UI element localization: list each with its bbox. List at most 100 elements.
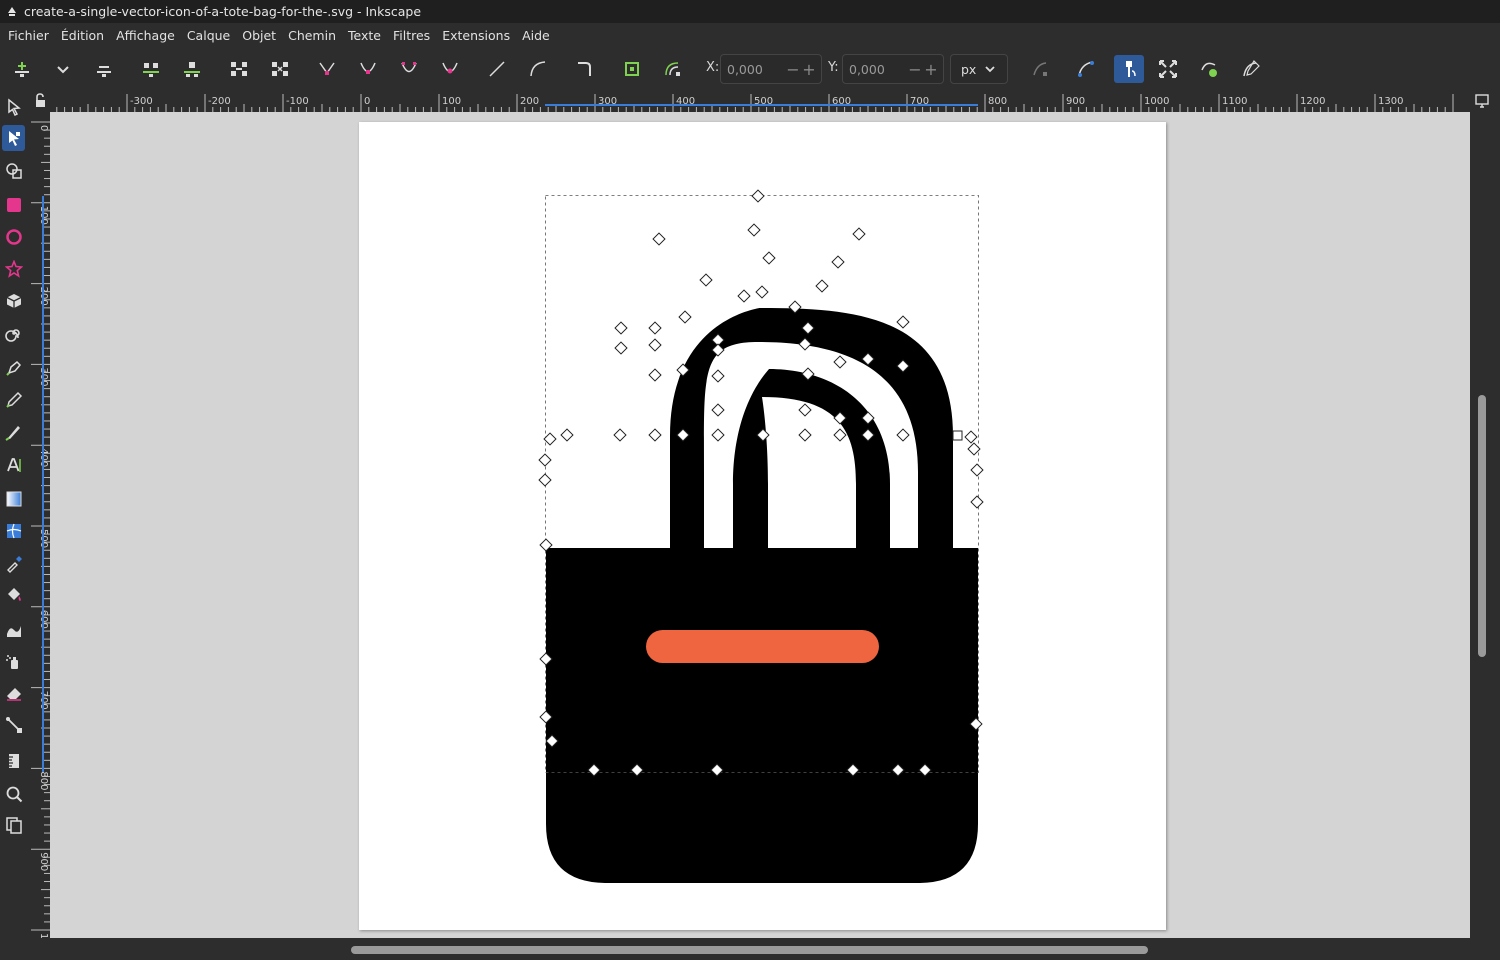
path-node[interactable]: [538, 453, 552, 467]
path-node[interactable]: [852, 227, 866, 241]
path-node[interactable]: [560, 428, 574, 442]
object-to-path-button[interactable]: [571, 56, 597, 82]
ellipse-tool[interactable]: [2, 224, 25, 250]
join-segment-button[interactable]: [226, 56, 252, 82]
pages-tool[interactable]: [2, 812, 25, 838]
selector-tool[interactable]: [2, 94, 25, 120]
connector-tool[interactable]: [2, 712, 25, 738]
menu-path[interactable]: Chemin: [282, 23, 342, 48]
zoom-tool[interactable]: [2, 781, 25, 807]
menu-filters[interactable]: Filtres: [387, 23, 436, 48]
insert-node-dropdown[interactable]: [50, 56, 76, 82]
insert-node-button[interactable]: [9, 56, 35, 82]
dropper-tool[interactable]: [2, 551, 25, 577]
path-node[interactable]: [815, 279, 829, 293]
path-effect-button[interactable]: [1196, 56, 1222, 82]
tweak-tool[interactable]: [2, 617, 25, 643]
path-node[interactable]: [711, 369, 725, 383]
path-node[interactable]: [762, 251, 776, 265]
path-node[interactable]: [737, 289, 751, 303]
y-input[interactable]: [843, 61, 907, 77]
menu-extensions[interactable]: Extensions: [436, 23, 516, 48]
path-node[interactable]: [648, 428, 662, 442]
display-mode-icon[interactable]: [1470, 90, 1500, 112]
measure-tool[interactable]: [2, 748, 25, 774]
path-node[interactable]: [648, 368, 662, 382]
lock-icon[interactable]: [27, 90, 50, 112]
node-cusp-button[interactable]: [314, 56, 340, 82]
menu-edit[interactable]: Édition: [55, 23, 110, 48]
path-node[interactable]: [711, 403, 725, 417]
node-tool[interactable]: [2, 125, 25, 151]
segment-line-button[interactable]: [484, 56, 510, 82]
edit-clip-button[interactable]: [1027, 56, 1053, 82]
join-nodes-button[interactable]: [138, 56, 164, 82]
menu-layer[interactable]: Calque: [181, 23, 236, 48]
path-node[interactable]: [648, 321, 662, 335]
mask-edit-button[interactable]: [1238, 56, 1264, 82]
node-symmetric-button[interactable]: [396, 56, 422, 82]
vertical-scrollbar[interactable]: [1478, 395, 1486, 657]
path-node[interactable]: [970, 463, 984, 477]
path-node[interactable]: [613, 428, 627, 442]
path-node[interactable]: [678, 310, 692, 324]
mesh-tool[interactable]: [2, 518, 25, 544]
calligraphy-tool[interactable]: [2, 419, 25, 445]
y-increment-button[interactable]: +: [923, 60, 939, 79]
path-node[interactable]: [699, 273, 713, 287]
delete-segment-button[interactable]: [267, 56, 293, 82]
menu-file[interactable]: Fichier: [2, 23, 55, 48]
path-node[interactable]: [538, 473, 552, 487]
shape-builder-tool[interactable]: [2, 158, 25, 184]
path-node[interactable]: [751, 189, 765, 203]
break-path-button[interactable]: [179, 56, 205, 82]
gradient-tool[interactable]: [2, 486, 25, 512]
pencil-tool[interactable]: [2, 387, 25, 413]
path-node[interactable]: [711, 428, 725, 442]
label-strip[interactable]: [646, 630, 879, 663]
path-node[interactable]: [614, 321, 628, 335]
star-tool[interactable]: [2, 256, 25, 282]
menu-text[interactable]: Texte: [342, 23, 387, 48]
rectangle-tool[interactable]: [2, 192, 25, 218]
path-node-selected[interactable]: [952, 430, 963, 441]
path-node[interactable]: [614, 341, 628, 355]
path-node[interactable]: [648, 338, 662, 352]
spiral-tool[interactable]: [2, 320, 25, 346]
path-node[interactable]: [970, 495, 984, 509]
path-node[interactable]: [755, 285, 769, 299]
eraser-tool[interactable]: [2, 680, 25, 706]
path-node[interactable]: [798, 428, 812, 442]
unit-select[interactable]: px: [950, 54, 1008, 84]
path-node[interactable]: [964, 430, 978, 444]
delete-node-button[interactable]: [91, 56, 117, 82]
node-smooth-button[interactable]: [355, 56, 381, 82]
menu-object[interactable]: Objet: [236, 23, 282, 48]
y-decrement-button[interactable]: −: [907, 60, 923, 79]
show-handles-button[interactable]: [1073, 56, 1099, 82]
path-node[interactable]: [833, 355, 847, 369]
inner-handle-path[interactable]: [733, 369, 890, 548]
spray-tool[interactable]: [2, 649, 25, 675]
pen-tool[interactable]: [2, 355, 25, 381]
show-outline-button[interactable]: [1114, 55, 1144, 83]
stroke-to-path-button[interactable]: [619, 56, 645, 82]
path-node[interactable]: [896, 428, 910, 442]
segment-curve-button[interactable]: [525, 56, 551, 82]
text-tool[interactable]: [2, 452, 25, 478]
x-decrement-button[interactable]: −: [785, 60, 801, 79]
path-node[interactable]: [652, 232, 666, 246]
node-auto-smooth-button[interactable]: [437, 56, 463, 82]
x-increment-button[interactable]: +: [801, 60, 817, 79]
x-input[interactable]: [721, 61, 785, 77]
transform-handles-button[interactable]: [1155, 56, 1181, 82]
path-node[interactable]: [831, 255, 845, 269]
path-node[interactable]: [833, 428, 847, 442]
menu-view[interactable]: Affichage: [110, 23, 181, 48]
horizontal-scrollbar[interactable]: [351, 946, 1148, 954]
path-node[interactable]: [798, 403, 812, 417]
path-node[interactable]: [747, 223, 761, 237]
clip-path-button[interactable]: [660, 56, 686, 82]
paint-bucket-tool[interactable]: [2, 582, 25, 608]
path-node[interactable]: [896, 315, 910, 329]
